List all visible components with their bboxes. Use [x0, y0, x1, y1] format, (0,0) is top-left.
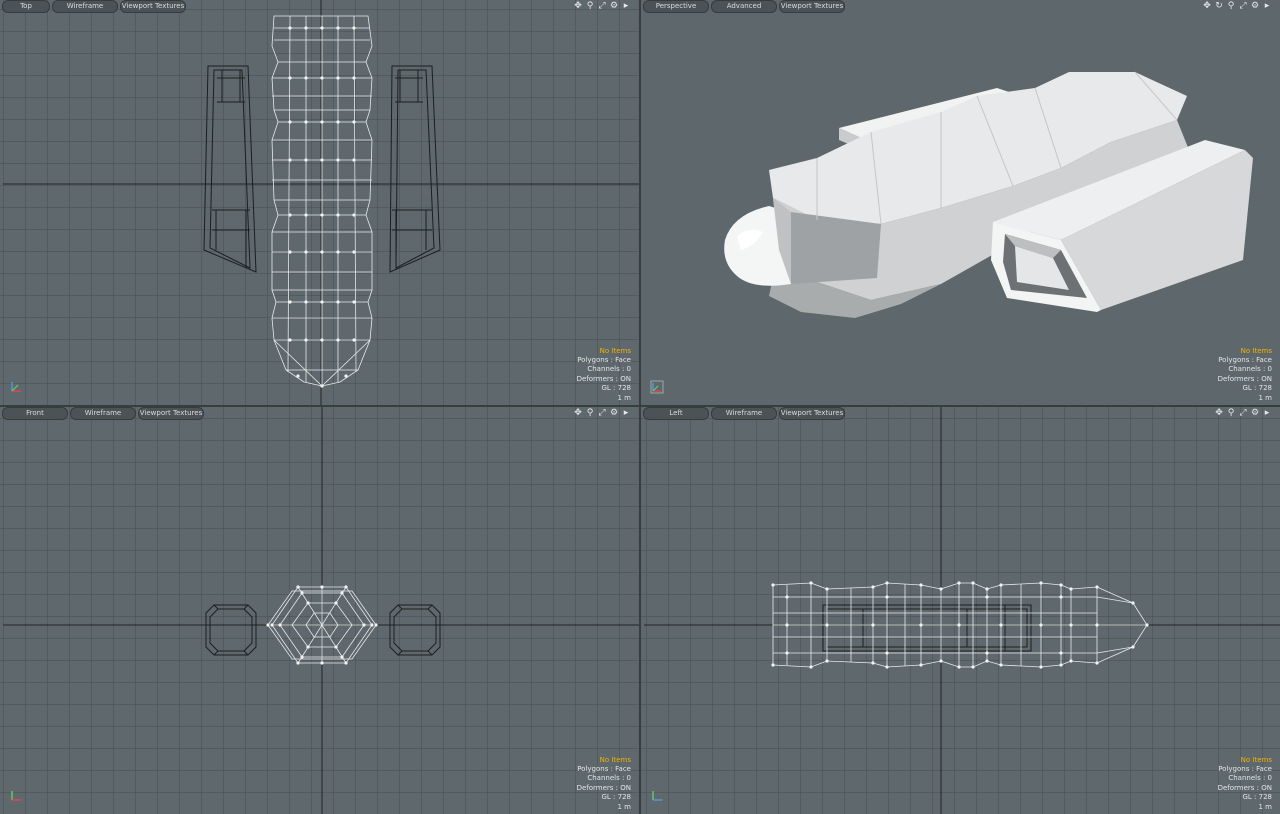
move-view-icon[interactable]: ✥ [573, 1, 583, 11]
viewport-info: No Items Polygons : Face Channels : 0 De… [1218, 347, 1272, 403]
viewport-nav-icons: ✥ ⚲ ⤢ ⚙ ▸ [573, 408, 631, 418]
polygons-status: Polygons : Face [1218, 355, 1272, 364]
axis-gizmo-icon [9, 379, 23, 398]
zoom-view-icon[interactable]: ⚲ [1226, 1, 1236, 11]
viewport-top[interactable]: Top Wireframe Viewport Textures ✥ ⚲ ⤢ ⚙ … [0, 0, 639, 405]
axis-gizmo-icon [9, 788, 23, 807]
left-wireframe [644, 407, 1280, 814]
fit-view-icon[interactable]: ⤢ [1238, 408, 1248, 418]
gl-status: GL : 728 [1242, 793, 1273, 802]
viewport-info: No Items Polygons : Face Channels : 0 De… [1218, 756, 1272, 812]
items-status: No Items [1240, 346, 1272, 355]
viewport-info: No Items Polygons : Face Channels : 0 De… [577, 756, 631, 812]
pod-side-wire [822, 604, 1032, 652]
viewport-nav-icons: ✥ ↻ ⚲ ⤢ ⚙ ▸ [1202, 1, 1272, 11]
fit-view-icon[interactable]: ⤢ [597, 408, 607, 418]
deformers-status: Deformers : ON [576, 374, 631, 383]
viewport-perspective[interactable]: Perspective Advanced Viewport Textures ✥… [641, 0, 1280, 405]
channels-status: Channels : 0 [1228, 365, 1272, 374]
channels-status: Channels : 0 [587, 365, 631, 374]
texture-mode-tab[interactable]: Viewport Textures [120, 0, 186, 13]
grid-scale: 1 m [1258, 393, 1273, 402]
shading-mode-tab[interactable]: Wireframe [52, 0, 118, 13]
axis-gizmo-icon [650, 788, 664, 807]
arrow-menu-icon[interactable]: ▸ [1262, 1, 1272, 11]
channels-status: Channels : 0 [1228, 774, 1272, 783]
items-status: No Items [599, 755, 631, 764]
viewport-nav-icons: ✥ ⚲ ⤢ ⚙ ▸ [1214, 408, 1272, 418]
items-status: No Items [599, 346, 631, 355]
gear-icon[interactable]: ⚙ [609, 408, 619, 418]
arrow-menu-icon[interactable]: ▸ [1262, 408, 1272, 418]
items-status: No Items [1240, 755, 1272, 764]
hull-front-wire [267, 586, 377, 664]
rotate-view-icon[interactable]: ↻ [1214, 1, 1224, 11]
zoom-view-icon[interactable]: ⚲ [585, 1, 595, 11]
gl-status: GL : 728 [1242, 384, 1273, 393]
deformers-status: Deformers : ON [576, 783, 631, 792]
move-view-icon[interactable]: ✥ [573, 408, 583, 418]
zoom-view-icon[interactable]: ⚲ [585, 408, 595, 418]
top-wireframe [3, 0, 639, 405]
hull-wire [271, 15, 373, 387]
axis-gizmo-icon [650, 379, 664, 398]
deformers-status: Deformers : ON [1217, 783, 1272, 792]
view-type-tab[interactable]: Top [2, 0, 50, 13]
gear-icon[interactable]: ⚙ [1250, 408, 1260, 418]
right-pod-front-wire [389, 604, 441, 656]
grid-scale: 1 m [1258, 802, 1273, 811]
shading-mode-tab[interactable]: Wireframe [70, 407, 136, 420]
texture-mode-tab[interactable]: Viewport Textures [779, 407, 845, 420]
texture-mode-tab[interactable]: Viewport Textures [779, 0, 845, 13]
left-pod-front-wire [205, 604, 257, 656]
shading-mode-tab[interactable]: Wireframe [711, 407, 777, 420]
grid-scale: 1 m [617, 802, 632, 811]
viewport-tabs: Left Wireframe Viewport Textures [643, 407, 845, 420]
gl-status: GL : 728 [601, 793, 632, 802]
arrow-menu-icon[interactable]: ▸ [621, 1, 631, 11]
deformers-status: Deformers : ON [1217, 374, 1272, 383]
viewport-left[interactable]: Left Wireframe Viewport Textures ✥ ⚲ ⤢ ⚙… [641, 407, 1280, 814]
channels-status: Channels : 0 [587, 774, 631, 783]
view-type-tab[interactable]: Front [2, 407, 68, 420]
viewport-tabs: Front Wireframe Viewport Textures [2, 407, 204, 420]
polygons-status: Polygons : Face [1218, 764, 1272, 773]
right-pod-wire [389, 65, 441, 273]
gl-status: GL : 728 [601, 384, 632, 393]
texture-mode-tab[interactable]: Viewport Textures [138, 407, 204, 420]
move-view-icon[interactable]: ✥ [1214, 408, 1224, 418]
viewport-front[interactable]: Front Wireframe Viewport Textures ✥ ⚲ ⤢ … [0, 407, 639, 814]
viewport-tabs: Perspective Advanced Viewport Textures [643, 0, 845, 13]
viewport-tabs: Top Wireframe Viewport Textures [2, 0, 186, 13]
shading-mode-tab[interactable]: Advanced [711, 0, 777, 13]
fit-view-icon[interactable]: ⤢ [597, 1, 607, 11]
polygons-status: Polygons : Face [577, 355, 631, 364]
polygons-status: Polygons : Face [577, 764, 631, 773]
zoom-view-icon[interactable]: ⚲ [1226, 408, 1236, 418]
view-type-tab[interactable]: Perspective [643, 0, 709, 13]
left-pod-wire [203, 65, 257, 273]
front-wireframe [3, 407, 639, 814]
move-view-icon[interactable]: ✥ [1202, 1, 1212, 11]
arrow-menu-icon[interactable]: ▸ [621, 408, 631, 418]
gear-icon[interactable]: ⚙ [1250, 1, 1260, 11]
viewport-nav-icons: ✥ ⚲ ⤢ ⚙ ▸ [573, 1, 631, 11]
grid-scale: 1 m [617, 393, 632, 402]
gear-icon[interactable]: ⚙ [609, 1, 619, 11]
view-type-tab[interactable]: Left [643, 407, 709, 420]
shaded-ship-model [724, 71, 1253, 318]
viewport-info: No Items Polygons : Face Channels : 0 De… [577, 347, 631, 403]
fit-view-icon[interactable]: ⤢ [1238, 1, 1248, 11]
